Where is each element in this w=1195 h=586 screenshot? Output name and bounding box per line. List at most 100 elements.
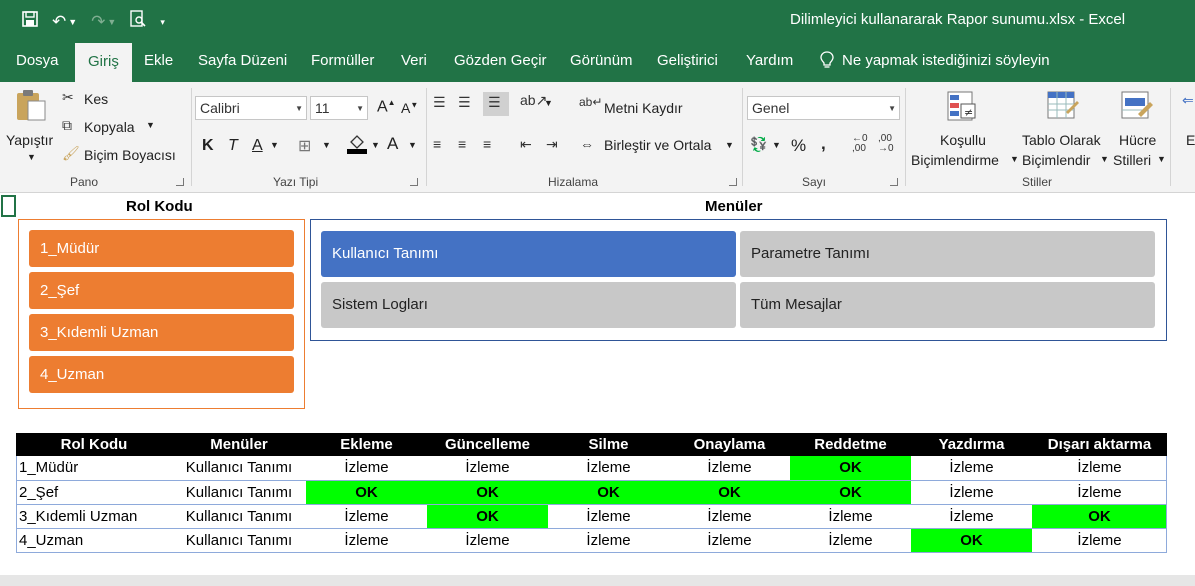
undo-icon[interactable]: ↶ [52, 12, 66, 32]
menu-slicer-item-kullanici-tanimi[interactable]: Kullanıcı Tanımı [321, 231, 736, 277]
tab-yardim[interactable]: Yardım [746, 52, 793, 69]
merge-dropdown-icon[interactable]: ▼ [725, 140, 734, 150]
save-icon[interactable] [22, 11, 38, 32]
table-cell[interactable]: İzleme [548, 456, 669, 481]
format-as-table-dropdown-icon[interactable]: ▼ [1100, 154, 1109, 164]
role-slicer-item-kidemli-uzman[interactable]: 3_Kıdemli Uzman [29, 314, 294, 351]
table-cell[interactable]: İzleme [1032, 480, 1167, 505]
font-color-button[interactable]: A [387, 134, 398, 154]
table-cell[interactable]: OK [790, 480, 911, 505]
cell-styles-line2[interactable]: Stilleri [1113, 152, 1151, 168]
number-format-combo[interactable]: Genel ▼ [747, 96, 900, 120]
comma-button[interactable]: , [821, 134, 826, 154]
worksheet[interactable]: Rol Kodu Menüler 1_Müdür 2_Şef 3_Kıdemli… [0, 194, 1195, 586]
borders-dropdown-icon[interactable]: ▼ [322, 140, 331, 150]
align-center-icon[interactable]: ≡ [458, 136, 466, 152]
wrap-text-button[interactable]: Metni Kaydır [604, 100, 683, 116]
merge-center-button[interactable]: Birleştir ve Ortala [604, 137, 711, 153]
tab-gelistirici[interactable]: Geliştirici [657, 52, 718, 69]
paste-dropdown-icon[interactable]: ▼ [27, 152, 36, 162]
table-cell[interactable]: İzleme [306, 504, 427, 529]
table-cell[interactable]: Kullanıcı Tanımı [172, 528, 306, 553]
column-header[interactable]: Rol Kodu [16, 433, 172, 456]
increase-decimal-icon[interactable]: ←0,00 [852, 134, 868, 154]
paste-icon[interactable] [14, 88, 48, 122]
decrease-decimal-icon[interactable]: ,00 →0 [878, 134, 894, 154]
table-cell[interactable]: İzleme [911, 504, 1032, 529]
copy-dropdown-icon[interactable]: ▼ [146, 120, 155, 130]
table-cell[interactable]: 2_Şef [16, 480, 172, 505]
table-cell[interactable]: OK [306, 480, 427, 505]
table-cell[interactable]: İzleme [911, 456, 1032, 481]
table-cell[interactable]: OK [911, 528, 1032, 553]
role-slicer-item-sef[interactable]: 2_Şef [29, 272, 294, 309]
customize-qat-icon[interactable]: ▾ [160, 12, 165, 32]
table-cell[interactable]: İzleme [790, 504, 911, 529]
table-cell[interactable]: OK [1032, 504, 1167, 529]
font-size-combo[interactable]: 11 ▼ [310, 96, 368, 120]
column-header[interactable]: Yazdırma [911, 433, 1032, 456]
table-cell[interactable]: İzleme [669, 528, 790, 553]
format-as-table-icon[interactable] [1046, 90, 1080, 124]
number-launcher-icon[interactable] [890, 178, 898, 186]
table-cell[interactable]: OK [790, 456, 911, 481]
decrease-font-icon[interactable]: A▼ [401, 100, 418, 116]
paste-button[interactable]: Yapıştır [6, 132, 53, 148]
italic-button[interactable]: T [228, 137, 238, 155]
insert-cells-button[interactable]: E [1186, 132, 1195, 148]
table-cell[interactable]: İzleme [1032, 456, 1167, 481]
cell-styles-dropdown-icon[interactable]: ▼ [1157, 154, 1166, 164]
table-cell[interactable]: İzleme [911, 480, 1032, 505]
tab-formuller[interactable]: Formüller [311, 52, 374, 69]
table-cell[interactable]: İzleme [548, 504, 669, 529]
font-name-combo[interactable]: Calibri ▼ [195, 96, 307, 120]
increase-indent-icon[interactable]: ⇥ [546, 136, 558, 153]
table-cell[interactable]: Kullanıcı Tanımı [172, 456, 306, 481]
tab-dosya[interactable]: Dosya [16, 52, 59, 69]
print-preview-icon[interactable] [130, 10, 146, 33]
align-bottom-icon[interactable]: ☰ [483, 92, 509, 116]
percent-button[interactable]: % [791, 136, 806, 156]
tab-gozden-gecir[interactable]: Gözden Geçir [454, 52, 547, 69]
tab-giris[interactable]: Giriş [75, 43, 132, 82]
format-as-table-line2[interactable]: Biçimlendir [1022, 152, 1090, 168]
table-cell[interactable]: İzleme [306, 528, 427, 553]
column-header[interactable]: Ekleme [306, 433, 427, 456]
tab-sayfa-duzeni[interactable]: Sayfa Düzeni [198, 52, 287, 69]
column-header[interactable]: Silme [548, 433, 669, 456]
font-launcher-icon[interactable] [410, 178, 418, 186]
align-top-icon[interactable]: ☰ [433, 94, 446, 111]
table-cell[interactable]: 4_Uzman [16, 528, 172, 553]
table-cell[interactable]: OK [669, 480, 790, 505]
table-cell[interactable]: OK [427, 504, 548, 529]
fill-color-icon[interactable] [347, 132, 367, 157]
column-header[interactable]: Onaylama [669, 433, 790, 456]
role-slicer-item-uzman[interactable]: 4_Uzman [29, 356, 294, 393]
undo-dropdown-icon[interactable]: ▼ [68, 12, 77, 32]
tab-ekle[interactable]: Ekle [144, 52, 173, 69]
tab-veri[interactable]: Veri [401, 52, 427, 69]
conditional-formatting-line1[interactable]: Koşullu [940, 132, 986, 148]
font-color-dropdown-icon[interactable]: ▼ [408, 140, 417, 150]
cut-icon[interactable]: ✂ [62, 89, 74, 106]
conditional-formatting-dropdown-icon[interactable]: ▼ [1010, 154, 1019, 164]
menu-slicer-item-sistem-loglari[interactable]: Sistem Logları [321, 282, 736, 328]
align-middle-icon[interactable]: ☰ [458, 94, 471, 111]
table-cell[interactable]: OK [548, 480, 669, 505]
underline-button[interactable]: A [252, 137, 263, 155]
table-cell[interactable]: İzleme [427, 456, 548, 481]
table-cell[interactable]: İzleme [790, 528, 911, 553]
table-cell[interactable]: Kullanıcı Tanımı [172, 504, 306, 529]
align-left-icon[interactable]: ≡ [433, 136, 441, 152]
cell-styles-icon[interactable] [1120, 90, 1154, 124]
table-cell[interactable]: İzleme [1032, 528, 1167, 553]
table-cell[interactable]: Kullanıcı Tanımı [172, 480, 306, 505]
currency-icon[interactable]: 💱 [750, 136, 767, 153]
table-cell[interactable]: OK [427, 480, 548, 505]
menu-slicer-item-tum-mesajlar[interactable]: Tüm Mesajlar [740, 282, 1155, 328]
format-as-table-line1[interactable]: Tablo Olarak [1022, 132, 1101, 148]
wrap-text-icon[interactable]: ab↵ [579, 95, 602, 109]
redo-icon[interactable]: ↷ [91, 12, 105, 32]
decrease-indent-icon[interactable]: ⇤ [520, 136, 532, 153]
table-cell[interactable]: İzleme [548, 528, 669, 553]
